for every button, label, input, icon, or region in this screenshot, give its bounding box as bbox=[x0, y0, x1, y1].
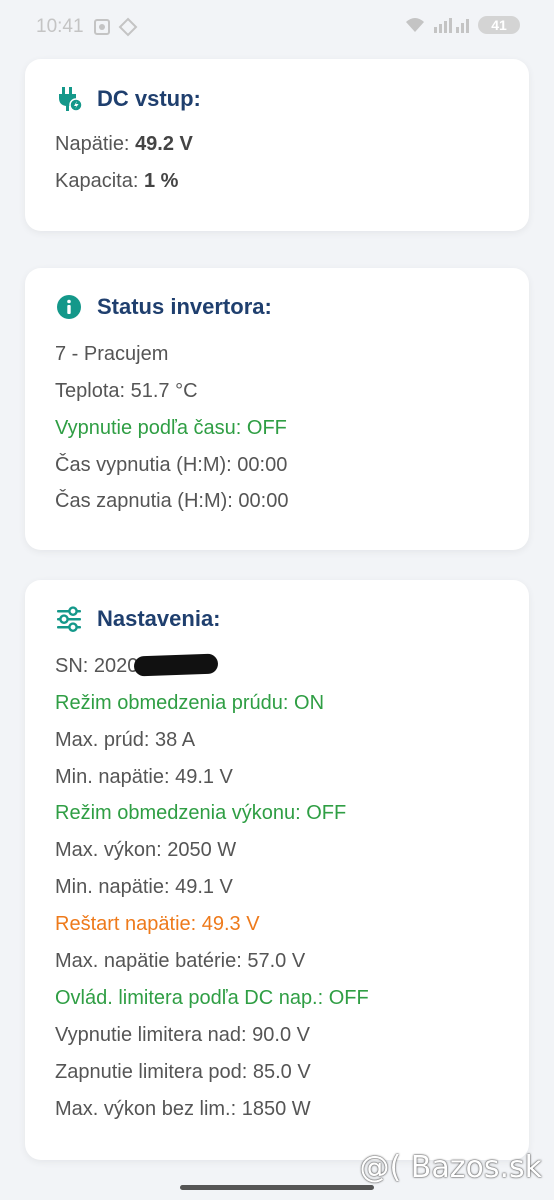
redaction-mark bbox=[134, 653, 219, 677]
dc-input-card: DC vstup: Napätie: 49.2 V Kapacita: 1 % bbox=[25, 59, 529, 231]
serial-number: SN: 2020 bbox=[55, 655, 139, 677]
capacity-line: Kapacita: 1 % bbox=[55, 170, 178, 193]
inverter-status-header: Status invertora: bbox=[55, 293, 272, 321]
max-power-no-limit-line: Max. výkon bez lim.: 1850 W bbox=[55, 1098, 311, 1120]
max-power-line: Max. výkon: 2050 W bbox=[55, 839, 237, 861]
system-icons: 41 bbox=[404, 15, 520, 35]
voltage-line: Napätie: 49.2 V bbox=[55, 133, 193, 156]
serial-number-line: SN: 2020 bbox=[55, 653, 219, 678]
settings-title: Nastavenia: bbox=[97, 606, 221, 631]
dc-input-title: DC vstup: bbox=[97, 86, 201, 111]
dc-input-header: DC vstup: bbox=[55, 85, 201, 113]
capacity-label: Kapacita: bbox=[55, 170, 144, 192]
clock: 10:41 bbox=[36, 16, 84, 37]
limiter-dc-control-line: Ovlád. limitera podľa DC nap.: OFF bbox=[55, 987, 369, 1009]
limiter-on-below-line: Zapnutie limitera pod: 85.0 V bbox=[55, 1061, 311, 1083]
settings-header: Nastavenia: bbox=[55, 605, 221, 633]
max-battery-voltage-line: Max. napätie batérie: 57.0 V bbox=[55, 950, 306, 972]
battery-indicator: 41 bbox=[478, 16, 520, 34]
capacity-value: 1 % bbox=[143, 170, 179, 192]
home-indicator[interactable] bbox=[180, 1185, 374, 1190]
diamond-icon bbox=[118, 17, 138, 37]
wifi-icon bbox=[406, 18, 424, 32]
status-bar: 10:41 41 bbox=[0, 0, 554, 54]
info-icon bbox=[55, 293, 83, 321]
notification-icons bbox=[92, 17, 138, 37]
time-shutdown-line: Vypnutie podľa času: OFF bbox=[55, 417, 287, 439]
inverter-status-card: Status invertora: 7 - Pracujem Teplota: … bbox=[25, 268, 529, 550]
sliders-icon bbox=[55, 605, 83, 633]
current-limit-mode-line: Režim obmedzenia prúdu: ON bbox=[55, 692, 325, 714]
signal-icon bbox=[434, 18, 469, 33]
startup-time-line: Čas zapnutia (H:M): 00:00 bbox=[55, 490, 289, 512]
status-line: 7 - Pracujem bbox=[55, 343, 169, 365]
settings-card: Nastavenia: SN: 2020 Režim obmedzenia pr… bbox=[25, 580, 529, 1160]
inverter-status-title: Status invertora: bbox=[97, 294, 272, 319]
power-limit-mode-line: Režim obmedzenia výkonu: OFF bbox=[55, 802, 347, 824]
voltage-label: Napätie: bbox=[55, 133, 136, 155]
shutdown-time-line: Čas vypnutia (H:M): 00:00 bbox=[55, 454, 288, 476]
min-voltage-line-2: Min. napätie: 49.1 V bbox=[55, 876, 233, 898]
limiter-off-above-line: Vypnutie limitera nad: 90.0 V bbox=[55, 1024, 310, 1046]
watermark: @( Bazos.sk bbox=[359, 1150, 542, 1185]
max-current-line: Max. prúd: 38 A bbox=[55, 729, 196, 751]
min-voltage-line: Min. napätie: 49.1 V bbox=[55, 766, 233, 788]
plug-icon bbox=[55, 85, 83, 113]
voltage-value: 49.2 V bbox=[135, 133, 193, 155]
temperature-line: Teplota: 51.7 °C bbox=[55, 380, 198, 402]
screenshot-icon bbox=[94, 19, 110, 35]
restart-voltage-line: Reštart napätie: 49.3 V bbox=[55, 913, 260, 935]
